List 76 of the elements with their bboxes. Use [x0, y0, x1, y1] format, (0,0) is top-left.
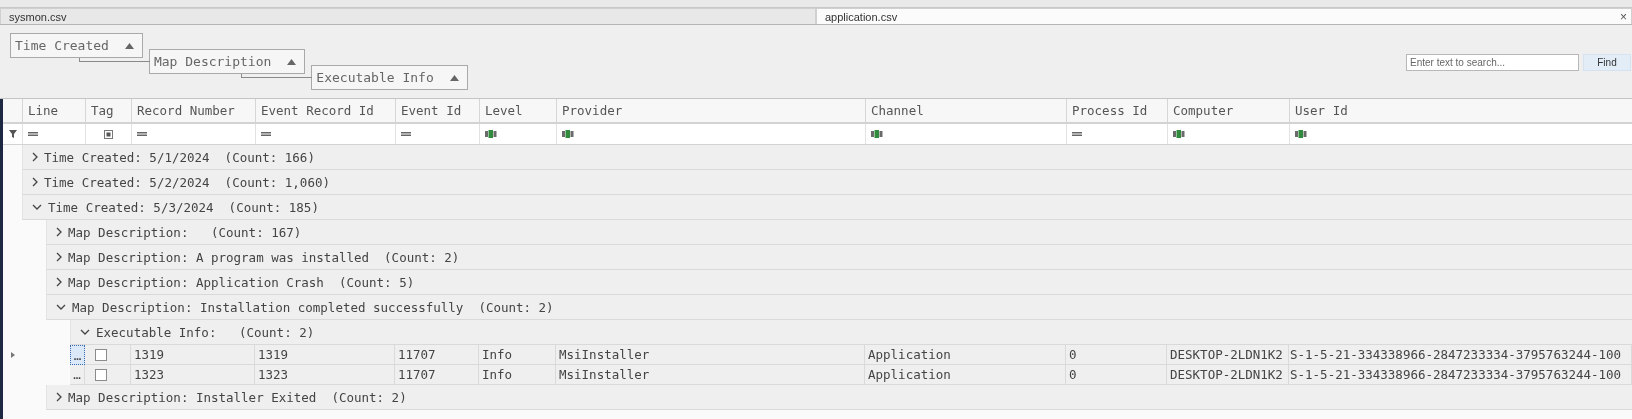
group-row[interactable]: Map Description: (Count: 167)	[46, 220, 1632, 245]
table-cell: S-1-5-21-334338966-2847233334-3795763244-100	[1289, 345, 1632, 365]
chevron-down-icon	[80, 329, 90, 335]
chevron-down-icon	[56, 304, 66, 310]
table-cell: 11707	[395, 365, 479, 385]
row-menu-cell[interactable]: …	[70, 345, 85, 365]
connector-line	[78, 58, 150, 62]
chevron-right-icon	[56, 392, 62, 402]
table-cell: 1319	[255, 345, 395, 365]
table-cell: Application	[865, 365, 1066, 385]
chevron-down-icon	[32, 204, 42, 210]
chevron-right-icon	[56, 277, 62, 287]
tag-checkbox[interactable]	[95, 368, 107, 381]
column-header[interactable]: Process Id	[1066, 99, 1167, 122]
chevron-right-icon	[56, 252, 62, 262]
equals-icon[interactable]	[261, 132, 271, 136]
text-filter-icon[interactable]	[1173, 130, 1185, 138]
sort-up-icon	[124, 42, 134, 49]
table-cell: Info	[479, 345, 556, 365]
group-row[interactable]: Time Created: 5/2/2024 (Count: 1,060)	[22, 170, 1632, 195]
sort-up-icon	[287, 58, 297, 65]
table-cell: 1319	[131, 345, 255, 365]
chevron-right-icon	[32, 177, 38, 187]
table-cell: MsiInstaller	[556, 365, 865, 385]
file-tab[interactable]: sysmon.csv	[0, 8, 816, 24]
table-cell: DESKTOP-2LDN1K2	[1167, 365, 1289, 385]
table-cell: Info	[479, 365, 556, 385]
sort-up-icon	[449, 74, 459, 81]
table-cell: 1323	[255, 365, 395, 385]
find-button[interactable]: Find	[1583, 54, 1631, 71]
equals-icon[interactable]	[137, 132, 147, 136]
group-row[interactable]: Time Created: 5/3/2024 (Count: 185)	[22, 195, 1632, 220]
search-field[interactable]: Enter text to search...	[1406, 54, 1579, 71]
checkbox-icon[interactable]	[104, 129, 113, 139]
column-header[interactable]: Event Id	[395, 99, 479, 122]
group-row[interactable]: Time Created: 5/1/2024 (Count: 166)	[22, 145, 1632, 170]
file-tab[interactable]: application.csv ×	[816, 8, 1632, 24]
text-filter-icon[interactable]	[562, 130, 574, 138]
table-cell: 11707	[395, 345, 479, 365]
chevron-right-icon	[56, 227, 62, 237]
column-header[interactable]: Level	[479, 99, 556, 122]
group-row[interactable]: Map Description: Application Crash (Count: 5)	[46, 270, 1632, 295]
row-menu-cell[interactable]: …	[70, 365, 85, 385]
table-cell: S-1-5-21-334338966-2847233334-3795763244-100	[1289, 365, 1632, 385]
group-by-field[interactable]: Time Created	[10, 33, 143, 58]
equals-icon[interactable]	[28, 132, 38, 136]
tag-checkbox[interactable]	[95, 348, 107, 361]
group-by-field[interactable]: Map Description	[148, 49, 306, 74]
column-header[interactable]: Line	[22, 99, 85, 122]
text-filter-icon[interactable]	[485, 130, 497, 138]
group-row[interactable]: Map Description: Installation completed successfully (Count: 2)	[46, 295, 1632, 320]
equals-icon[interactable]	[401, 132, 411, 136]
column-header[interactable]: User Id	[1289, 99, 1632, 122]
group-row[interactable]: Map Description: Installer Exited (Count: 2)	[46, 385, 1632, 410]
column-header[interactable]: Provider	[556, 99, 865, 122]
table-cell: 0	[1066, 365, 1167, 385]
column-header[interactable]: Event Record Id	[255, 99, 395, 122]
text-filter-icon[interactable]	[871, 130, 883, 138]
column-header[interactable]: Tag	[85, 99, 131, 122]
table-cell: 0	[1066, 345, 1167, 365]
filter-icon	[8, 130, 17, 138]
column-header[interactable]: Channel	[865, 99, 1066, 122]
group-row[interactable]: Executable Info: (Count: 2)	[70, 320, 1632, 345]
equals-icon[interactable]	[1072, 132, 1082, 136]
table-cell: 1323	[131, 365, 255, 385]
chevron-right-icon	[32, 152, 38, 162]
table-cell: MsiInstaller	[556, 345, 865, 365]
table-cell: Application	[865, 345, 1066, 365]
column-header[interactable]: Computer	[1167, 99, 1289, 122]
table-cell: DESKTOP-2LDN1K2	[1167, 345, 1289, 365]
group-row[interactable]: Map Description: A program was installed (Count: 2)	[46, 245, 1632, 270]
group-by-field[interactable]: Executable Info	[311, 65, 468, 90]
column-header[interactable]: Record Number	[131, 99, 255, 122]
close-icon[interactable]: ×	[1620, 9, 1627, 24]
table-row[interactable]: … 1323 1323 11707 Info MsiInstaller Application 0 DESKTOP-2LDN1K2 S-1-5-21-334338966-2847233334-3795763244-100	[3, 365, 1632, 385]
text-filter-icon[interactable]	[1295, 130, 1307, 138]
